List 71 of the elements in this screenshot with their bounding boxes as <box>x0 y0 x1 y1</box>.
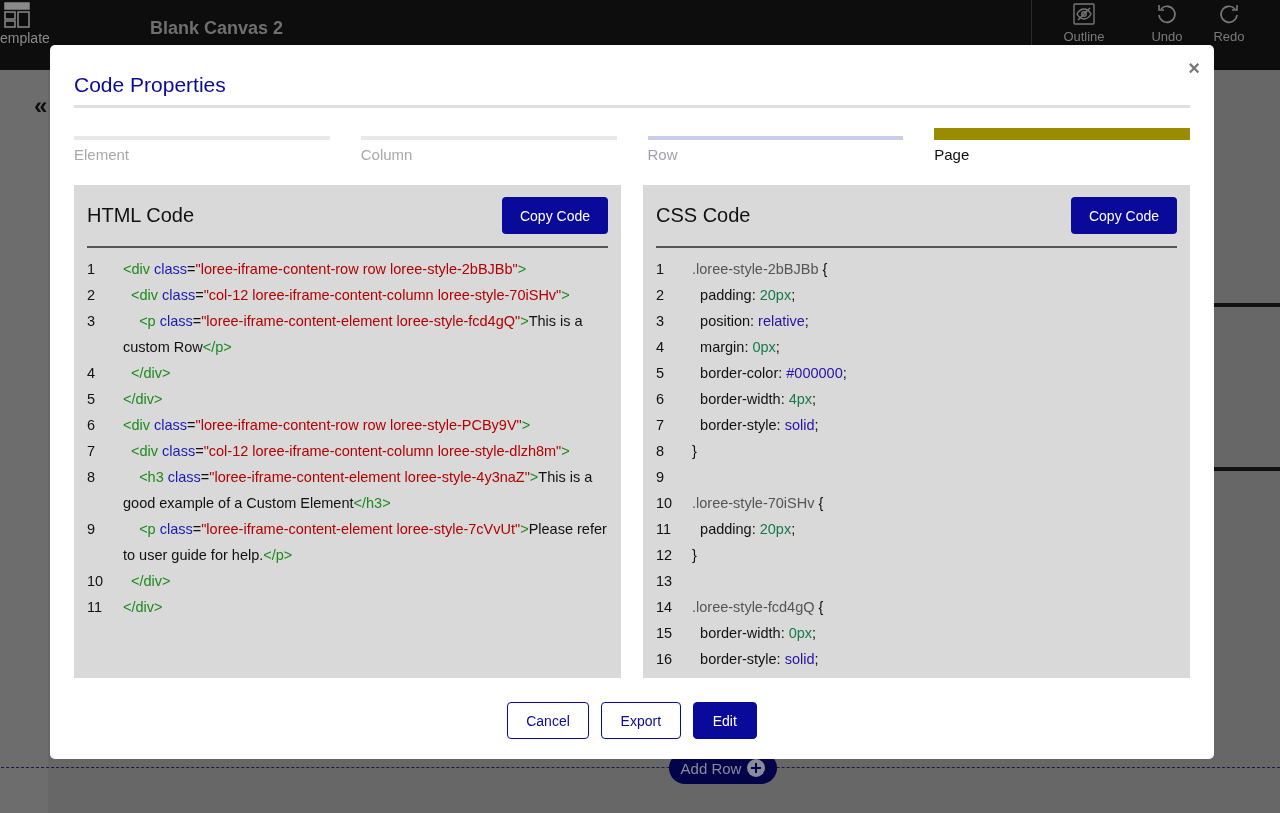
line-number: 1 <box>656 260 666 279</box>
panel-title: HTML Code <box>87 204 195 227</box>
code-line: border-color: #000000; <box>699 364 848 383</box>
code-line: } <box>692 442 698 461</box>
template-button[interactable]: emplate <box>0 0 50 70</box>
line-number: 11 <box>87 598 104 617</box>
line-number: 10 <box>656 494 674 513</box>
code-line: .loree-style-70iSHv { <box>692 494 825 513</box>
line-number: 14 <box>656 598 674 617</box>
line-number: 12 <box>656 546 674 565</box>
line-number: 5 <box>656 364 666 383</box>
code-line: <div class="loree-iframe-content-row row loree-style-2bBJBb"> <box>123 260 528 279</box>
code-line: .loree-style-2bBJBb { <box>692 260 829 279</box>
code-line: <div class="loree-iframe-content-row row loree-style-PCBy9V"> <box>123 416 532 435</box>
line-number: 8 <box>87 468 97 487</box>
line-number: 11 <box>656 520 673 539</box>
line-number: 6 <box>87 416 97 435</box>
code-line: padding: 20px; <box>699 286 797 305</box>
line-number: 9 <box>87 520 97 539</box>
line-number: 16 <box>656 650 674 669</box>
step-tab[interactable]: Page <box>934 146 1190 163</box>
code-line: } <box>692 546 698 565</box>
eye-icon <box>1073 2 1095 25</box>
code-line: <p class="loree-iframe-content-element loree-style-7cVvUt">Please refer to user guide for help.</p> <box>123 520 608 565</box>
code-line: </div> <box>130 572 172 591</box>
dialog-button[interactable]: Edit <box>692 702 757 739</box>
close-button[interactable]: × <box>1188 57 1200 80</box>
line-number: 7 <box>87 442 97 461</box>
code-line: <div class="col-12 loree-iframe-content-column loree-style-dlzh8m"> <box>130 442 571 461</box>
line-number: 4 <box>87 364 97 383</box>
line-number: 10 <box>87 572 105 591</box>
line-number: 7 <box>656 416 666 435</box>
code-line: </div> <box>123 598 164 617</box>
code-line: <p class="loree-iframe-content-element loree-style-fcd4gQ">This is a custom Row</p> <box>123 312 584 357</box>
code-line: border-width: 0px; <box>699 624 818 643</box>
line-number: 8 <box>656 442 666 461</box>
line-number: 3 <box>656 312 666 331</box>
code-line: border-style: solid; <box>699 650 820 669</box>
line-number: 2 <box>87 286 97 305</box>
line-number: 1 <box>87 260 97 279</box>
code-line: </div> <box>130 364 172 383</box>
dialog-button[interactable]: Cancel <box>507 702 589 739</box>
undo-icon <box>1156 2 1178 25</box>
toolbar-button[interactable]: Redo <box>1198 0 1260 70</box>
line-number: 13 <box>656 572 674 591</box>
line-number: 2 <box>656 286 666 305</box>
canvas-title: Blank Canvas 2 <box>150 17 284 39</box>
dialog-title: Code Properties <box>74 73 1190 108</box>
line-number: 6 <box>656 390 666 409</box>
code-line: border-width: 4px; <box>699 390 818 409</box>
line-number: 4 <box>656 338 666 357</box>
copy-code-button[interactable]: Copy Code <box>1071 197 1177 234</box>
copy-code-button[interactable]: Copy Code <box>502 197 608 234</box>
collapse-toggle[interactable]: « <box>34 92 48 119</box>
layout-icon <box>4 2 30 28</box>
panel-title: CSS Code <box>656 204 751 227</box>
line-number: 3 <box>87 312 97 331</box>
line-number: 9 <box>656 468 666 487</box>
redo-icon <box>1218 2 1240 25</box>
code-line: padding: 20px; <box>699 520 797 539</box>
dialog-button[interactable]: Export <box>600 702 681 739</box>
line-number: 5 <box>87 390 97 409</box>
code-line: margin: 0px; <box>699 338 781 357</box>
code-line: <div class="col-12 loree-iframe-content-column loree-style-70iSHv"> <box>130 286 571 305</box>
code-line: position: relative; <box>699 312 810 331</box>
code-line: border-style: solid; <box>699 416 820 435</box>
code-line: .loree-style-fcd4gQ { <box>692 598 825 617</box>
code-line: <h3 class="loree-iframe-content-element loree-style-4y3naZ">This is a good example of a Custom Element</h3> <box>123 468 594 513</box>
code-line: </div> <box>123 390 164 409</box>
plus-icon <box>747 759 766 777</box>
line-number: 15 <box>656 624 674 643</box>
